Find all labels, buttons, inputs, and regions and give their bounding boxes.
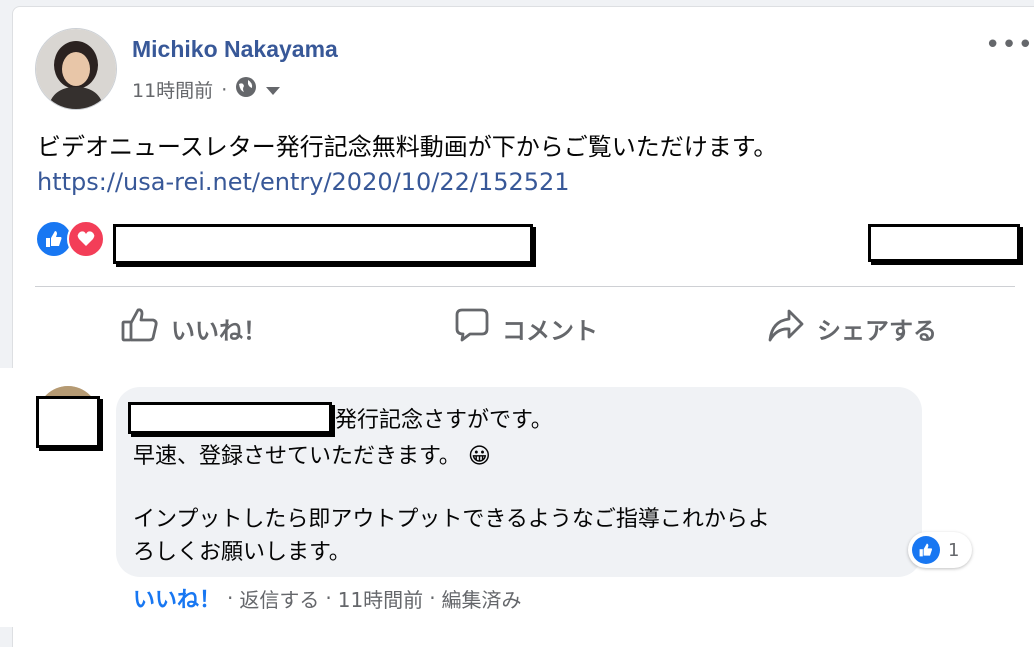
grinning-emoji-icon: 😀	[467, 444, 491, 469]
like-button-label: いいね！	[171, 316, 267, 345]
author-name[interactable]: Michiko Nakayama	[132, 36, 338, 63]
comment-reply-button[interactable]: 返信する	[239, 584, 319, 613]
comment-line-3: インプットしたら即アウトプットできるようなご指導これからよ	[133, 507, 770, 532]
comment-actions-separator: ·	[325, 586, 332, 610]
comment-actions-separator: ·	[429, 586, 436, 610]
comment-like-count: 1	[948, 539, 960, 561]
comment-button-label: コメント	[502, 316, 598, 345]
comment-actions-separator: ·	[227, 586, 234, 610]
comment-bubble-icon	[454, 307, 490, 349]
author-avatar[interactable]	[35, 28, 117, 110]
meta-separator: ·	[221, 78, 228, 101]
redacted-counts	[868, 224, 1020, 262]
comment-line-4: ろしくお願いします。	[133, 540, 351, 565]
share-arrow-icon	[767, 307, 805, 349]
comment-actions: いいね！ · 返信する · 11時間前 · 編集済み	[133, 582, 522, 614]
comment-time[interactable]: 11時間前	[338, 584, 423, 613]
post-time[interactable]: 11時間前	[132, 76, 213, 103]
redacted-reactors	[113, 224, 533, 264]
reaction-icons[interactable]	[35, 220, 105, 258]
comment-reaction-badge[interactable]: 1	[908, 532, 972, 568]
more-options-icon[interactable]: •••	[985, 30, 1034, 60]
globe-icon[interactable]	[235, 76, 257, 103]
comment-line-2: 早速、登録させていただきます。 😀	[133, 438, 491, 470]
comment-edited-label[interactable]: 編集済み	[442, 584, 522, 613]
comment-like-icon	[912, 536, 940, 564]
post-text: ビデオニュースレター発行記念無料動画が下からご覧いただけます。	[37, 133, 778, 161]
privacy-dropdown-icon[interactable]	[265, 79, 281, 101]
post-meta: 11時間前 ·	[132, 76, 281, 103]
comment-line-1: 発行記念さすがです。	[335, 408, 553, 433]
thumbs-up-icon	[121, 307, 159, 349]
redacted-commenter-avatar	[36, 396, 100, 448]
share-button-label: シェアする	[817, 316, 937, 345]
comment-button[interactable]: コメント	[454, 307, 598, 349]
like-button[interactable]: いいね！	[121, 307, 267, 349]
love-icon	[67, 220, 105, 258]
post-divider	[35, 286, 1015, 287]
comment-line-2-text: 早速、登録させていただきます。	[133, 444, 461, 469]
comment-like-button[interactable]: いいね！	[133, 582, 221, 614]
redacted-commenter-name	[128, 402, 332, 434]
share-button[interactable]: シェアする	[767, 307, 937, 349]
post-link[interactable]: https://usa-rei.net/entry/2020/10/22/152…	[37, 168, 570, 196]
